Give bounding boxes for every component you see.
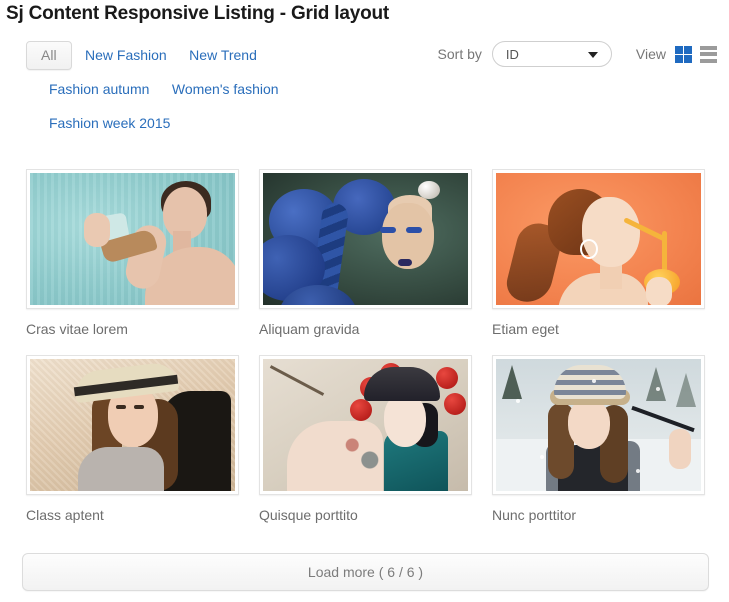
item-title[interactable]: Aliquam gravida — [259, 321, 472, 337]
filter-item-all[interactable]: All — [26, 41, 72, 70]
page-root: Sj Content Responsive Listing - Grid lay… — [0, 0, 729, 602]
grid-item: Class aptent — [26, 355, 239, 523]
filter-row-2: Fashion autumn Women's fashion — [40, 75, 426, 104]
item-image — [263, 359, 468, 491]
load-more-button[interactable]: Load more ( 6 / 6 ) — [22, 553, 709, 591]
item-thumbnail-link[interactable] — [259, 169, 472, 309]
grid-item: Nunc porttitor — [492, 355, 705, 523]
listing-toolbar: Sort by ID View — [438, 41, 717, 67]
filter-item-womens-fashion[interactable]: Women's fashion — [163, 75, 288, 104]
item-thumbnail-link[interactable] — [492, 169, 705, 309]
item-image — [30, 173, 235, 305]
grid-view-icon[interactable] — [675, 45, 692, 63]
item-image — [496, 359, 701, 491]
sort-select[interactable]: ID — [491, 41, 612, 67]
item-thumbnail-link[interactable] — [26, 355, 239, 495]
item-thumbnail-link[interactable] — [26, 169, 239, 309]
grid-item: Etiam eget — [492, 169, 705, 337]
filter-bar: All New Fashion New Trend Fashion autumn… — [26, 41, 426, 138]
items-grid: Cras vitae lorem Aliquam gravida Etiam e… — [26, 169, 709, 541]
page-title: Sj Content Responsive Listing - Grid lay… — [6, 3, 390, 24]
item-title[interactable]: Nunc porttitor — [492, 507, 705, 523]
item-thumbnail-link[interactable] — [259, 355, 472, 495]
grid-item: Cras vitae lorem — [26, 169, 239, 337]
filter-item-fashion-week-2015[interactable]: Fashion week 2015 — [40, 109, 179, 138]
item-thumbnail-link[interactable] — [492, 355, 705, 495]
item-title[interactable]: Class aptent — [26, 507, 239, 523]
item-image — [496, 173, 701, 305]
filter-row-3: Fashion week 2015 — [40, 109, 426, 138]
list-view-icon[interactable] — [700, 45, 717, 63]
filter-item-fashion-autumn[interactable]: Fashion autumn — [40, 75, 158, 104]
item-title[interactable]: Quisque porttito — [259, 507, 472, 523]
item-image — [30, 359, 235, 491]
grid-item: Aliquam gravida — [259, 169, 472, 337]
sort-select-value: ID — [505, 46, 519, 62]
item-image — [263, 173, 468, 305]
filter-item-new-trend[interactable]: New Trend — [180, 41, 266, 70]
item-title[interactable]: Cras vitae lorem — [26, 321, 239, 337]
sort-by-label: Sort by — [437, 46, 482, 62]
filter-row-1: All New Fashion New Trend — [26, 41, 426, 70]
grid-item: Quisque porttito — [259, 355, 472, 523]
item-title[interactable]: Etiam eget — [492, 321, 705, 337]
chevron-down-icon — [587, 52, 598, 58]
filter-item-new-fashion[interactable]: New Fashion — [76, 41, 176, 70]
view-label: View — [635, 46, 666, 62]
